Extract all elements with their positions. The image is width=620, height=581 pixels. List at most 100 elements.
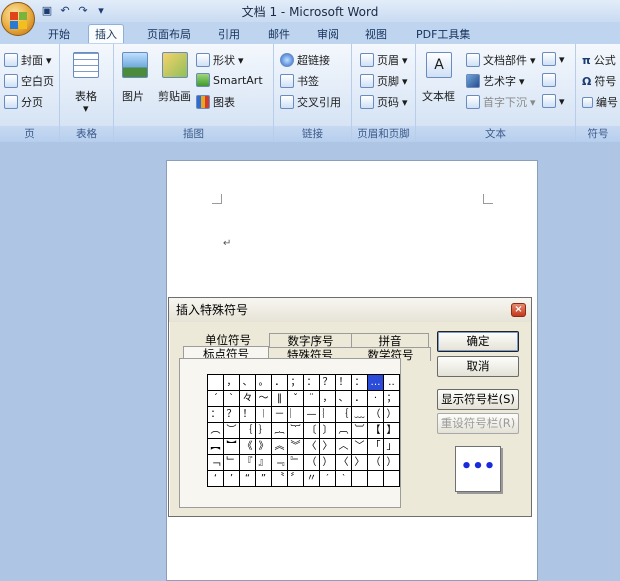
blank-page-button[interactable]: 空白页 [4, 73, 54, 89]
symbol-cell[interactable]: 〞 [288, 471, 304, 487]
symbol-cell[interactable]: ‖ [272, 391, 288, 407]
drop-cap-button[interactable]: 首字下沉 ▾ [466, 94, 536, 110]
symbol-cell[interactable]: ～ [256, 391, 272, 407]
symbol-cell[interactable]: ︹ [336, 423, 352, 439]
tab-unit-symbols[interactable]: 单位符号 [187, 333, 269, 347]
textbox-icon[interactable]: A [426, 52, 452, 78]
page-break-button[interactable]: 分页 [4, 94, 43, 110]
symbol-cell[interactable]: ｝ [256, 423, 272, 439]
symbol-cell[interactable]: ） [384, 455, 400, 471]
object-button[interactable]: ▾ [542, 94, 565, 108]
symbol-cell[interactable]: ︿ [336, 439, 352, 455]
symbol-cell[interactable]: 々 [240, 391, 256, 407]
symbol-cell[interactable]: ： [352, 375, 368, 391]
cross-reference-button[interactable]: 交叉引用 [280, 94, 341, 110]
symbol-cell[interactable] [384, 471, 400, 487]
clipart-icon[interactable] [162, 52, 188, 78]
symbol-cell[interactable]: － [272, 407, 288, 423]
symbol-cell[interactable]: ） [384, 407, 400, 423]
symbol-cell[interactable]: ： [208, 407, 224, 423]
tab-insert[interactable]: 插入 [88, 24, 124, 43]
symbol-cell[interactable]: ﹏ [352, 407, 368, 423]
symbol-cell[interactable]: ′ [320, 471, 336, 487]
symbol-cell[interactable]: 』 [256, 455, 272, 471]
symbol-cell[interactable]: ︻ [208, 439, 224, 455]
symbol-cell[interactable] [208, 375, 224, 391]
symbol-cell[interactable]: ？ [320, 375, 336, 391]
symbol-cell[interactable]: 〉 [320, 439, 336, 455]
symbol-cell[interactable]: 〈 [336, 455, 352, 471]
symbol-cell[interactable]: ） [320, 455, 336, 471]
symbol-cell[interactable]: ‥ [384, 375, 400, 391]
symbol-cell[interactable]: （ [304, 455, 320, 471]
symbol-cell[interactable]: 」 [384, 439, 400, 455]
symbol-cell[interactable]: ︴ [320, 407, 336, 423]
show-symbol-bar-button[interactable]: 显示符号栏(S) [437, 389, 519, 410]
cancel-button[interactable]: 取消 [437, 356, 519, 377]
symbol-cell[interactable]: “ [240, 471, 256, 487]
symbol-cell[interactable]: ｛ [336, 407, 352, 423]
symbol-cell[interactable]: 「 [368, 439, 384, 455]
smartart-button[interactable]: SmartArt [196, 73, 263, 87]
symbol-cell[interactable]: ， [224, 375, 240, 391]
symbol-cell[interactable]: （ [368, 455, 384, 471]
symbol-cell[interactable]: — [304, 407, 320, 423]
symbol-cell[interactable]: · [368, 391, 384, 407]
symbol-cell[interactable]: 〝 [272, 471, 288, 487]
symbol-cell[interactable]: 〔 [304, 423, 320, 439]
symbol-cell[interactable]: ？ [224, 407, 240, 423]
page-number-button[interactable]: 页码 ▾ [360, 94, 408, 110]
symbol-cell[interactable]: ， [320, 391, 336, 407]
equation-button[interactable]: π 公式 [582, 52, 616, 68]
symbol-cell[interactable] [368, 471, 384, 487]
symbol-cell[interactable]: 〕 [320, 423, 336, 439]
symbol-cell[interactable]: 〉 [352, 455, 368, 471]
symbol-cell[interactable]: 》 [256, 439, 272, 455]
symbol-cell[interactable]: ´ [208, 391, 224, 407]
textbox-button-label[interactable]: 文本框 [422, 88, 455, 104]
symbol-cell[interactable]: ： [304, 375, 320, 391]
symbol-cell[interactable]: 【 [368, 423, 384, 439]
symbol-cell[interactable]: ； [288, 375, 304, 391]
picture-icon[interactable] [122, 52, 148, 78]
symbol-cell[interactable]: 『 [240, 455, 256, 471]
symbol-cell[interactable]: ︺ [352, 423, 368, 439]
table-icon[interactable] [73, 52, 99, 78]
symbol-cell[interactable]: ﹃ [272, 455, 288, 471]
symbol-cell[interactable] [352, 471, 368, 487]
tab-page-layout[interactable]: 页面布局 [147, 25, 191, 44]
symbol-cell[interactable]: ﹁ [208, 455, 224, 471]
date-time-button[interactable] [542, 73, 556, 87]
symbol-cell[interactable]: ． [272, 375, 288, 391]
symbol-cell[interactable]: ． [352, 391, 368, 407]
symbol-cell[interactable]: ！ [336, 375, 352, 391]
symbol-cell[interactable]: ‘ [208, 471, 224, 487]
wordart-button[interactable]: 艺术字 ▾ [466, 73, 525, 89]
symbol-cell[interactable]: ｛ [240, 423, 256, 439]
tab-pinyin[interactable]: 拼音 [351, 333, 429, 348]
symbol-cell[interactable]: 】 [384, 423, 400, 439]
symbol-cell[interactable]: ︽ [272, 439, 288, 455]
symbol-cell[interactable]: 《 [240, 439, 256, 455]
symbol-cell[interactable]: ︼ [224, 439, 240, 455]
footer-button[interactable]: 页脚 ▾ [360, 73, 408, 89]
symbol-cell[interactable]: ； [384, 391, 400, 407]
symbol-cell[interactable]: ’ [224, 471, 240, 487]
hyperlink-button[interactable]: 超链接 [280, 52, 330, 68]
ok-button[interactable]: 确定 [437, 331, 519, 352]
cover-page-button[interactable]: 封面 ▾ [4, 52, 52, 68]
symbol-cell[interactable]: ︵ [208, 423, 224, 439]
symbol-cell[interactable]: 。 [256, 375, 272, 391]
symbol-cell[interactable]: … [368, 375, 384, 391]
symbol-cell[interactable]: ﹄ [288, 455, 304, 471]
symbol-cell[interactable]: ︾ [288, 439, 304, 455]
symbol-cell[interactable]: ˋ [224, 391, 240, 407]
symbol-cell[interactable]: ﹀ [352, 439, 368, 455]
clipart-button-label[interactable]: 剪贴画 [158, 88, 191, 104]
symbol-cell[interactable]: （ [368, 407, 384, 423]
symbol-cell[interactable]: 、 [240, 375, 256, 391]
signature-line-button[interactable]: ▾ [542, 52, 565, 66]
symbol-cell[interactable]: ¨ [304, 391, 320, 407]
symbol-cell[interactable]: ！ [240, 407, 256, 423]
symbol-cell[interactable]: ﹂ [224, 455, 240, 471]
